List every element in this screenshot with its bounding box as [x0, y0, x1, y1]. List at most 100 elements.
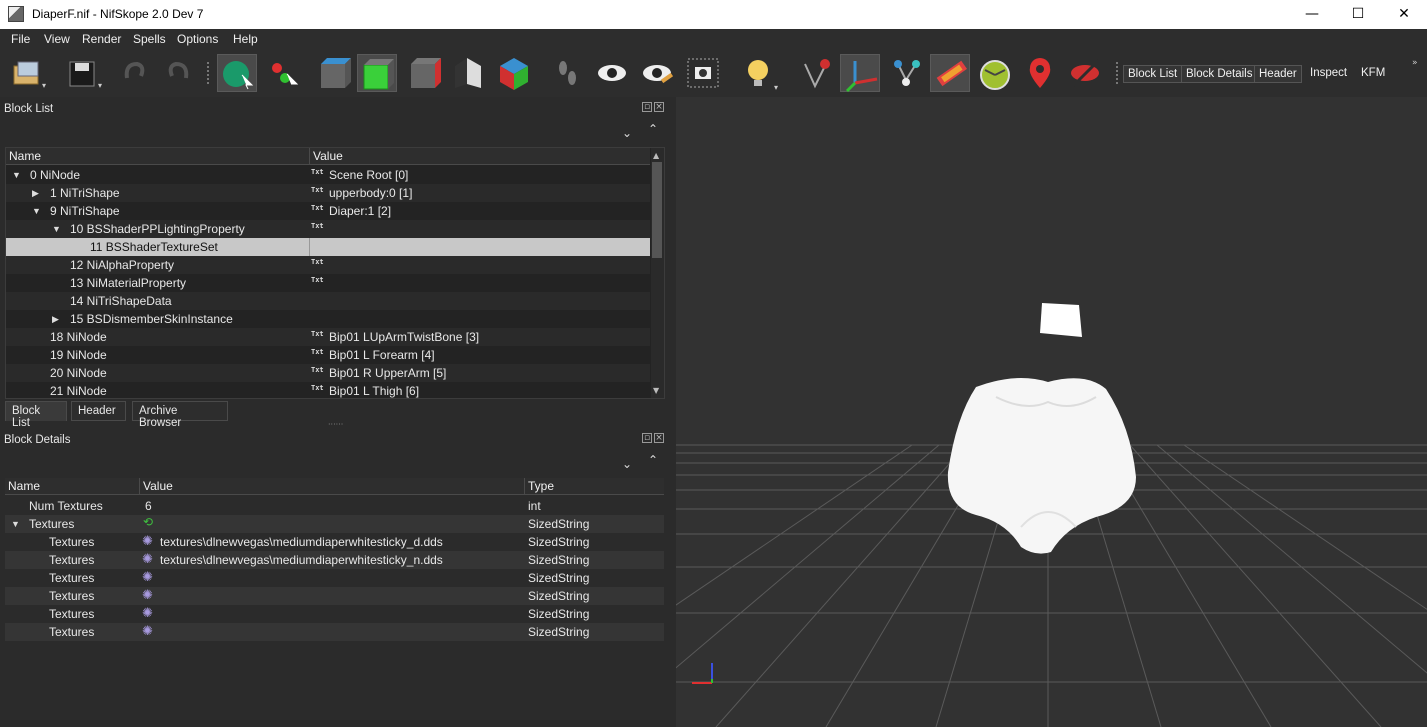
collapse-arrow-icon[interactable]: ▼: [11, 519, 20, 529]
collapse-all-icon[interactable]: ⌄: [622, 457, 632, 471]
toolbar-overflow-icon[interactable]: »: [1412, 58, 1418, 68]
detail-row[interactable]: Textures ✺ SizedString: [5, 587, 664, 605]
tree-row[interactable]: 21 NiNode Txt Bip01 L Thigh [6]: [6, 382, 650, 400]
close-panel-icon[interactable]: ×: [654, 433, 664, 443]
tree-row[interactable]: ▼ 9 NiTriShape Txt Diaper:1 [2]: [6, 202, 650, 220]
view-side-icon[interactable]: [405, 54, 445, 92]
detail-row[interactable]: ▼ Textures ⟲ SizedString: [5, 515, 664, 533]
undo-icon[interactable]: [115, 54, 155, 92]
collapse-arrow-icon[interactable]: ▼: [12, 170, 21, 180]
menu-view[interactable]: View: [44, 32, 70, 46]
detail-row[interactable]: Num Textures 6 int: [5, 497, 664, 515]
view-front-icon[interactable]: [357, 54, 397, 92]
string-gear-icon: ✺: [142, 551, 153, 566]
tab-archive-browser[interactable]: Archive Browser: [132, 401, 228, 429]
field-type: SizedString: [528, 517, 590, 531]
column-value[interactable]: Value: [143, 479, 173, 493]
view-walk-icon[interactable]: [494, 54, 534, 92]
tree-row[interactable]: ▼ 10 BSShaderPPLightingProperty Txt: [6, 220, 650, 238]
update-array-icon[interactable]: ⟲: [143, 515, 153, 529]
tab-header[interactable]: Header: [71, 401, 126, 421]
column-name[interactable]: Name: [8, 479, 40, 493]
column-value[interactable]: Value: [313, 149, 343, 163]
view-header-button[interactable]: Header: [1254, 65, 1302, 83]
tree-row[interactable]: ▶ 1 NiTriShape Txt upperbody:0 [1]: [6, 184, 650, 202]
show-furniture-icon[interactable]: [975, 54, 1015, 92]
tree-row[interactable]: 14 NiTriShapeData: [6, 292, 650, 310]
collapse-all-icon[interactable]: ⌄: [622, 126, 632, 140]
text-type-icon: Txt: [311, 366, 324, 374]
view-user-icon[interactable]: [449, 54, 489, 92]
collapse-arrow-icon[interactable]: ▼: [32, 206, 41, 216]
redo-icon[interactable]: [158, 54, 198, 92]
title-bar: DiaperF.nif - NifSkope 2.0 Dev 7 — ☐ ✕: [0, 0, 1427, 29]
lighting-icon[interactable]: ▾: [740, 54, 780, 92]
show-constraints-icon[interactable]: [886, 54, 926, 92]
tree-row[interactable]: 20 NiNode Txt Bip01 R UpperArm [5]: [6, 364, 650, 382]
show-markers-icon[interactable]: [1020, 54, 1060, 92]
select-object-icon[interactable]: [217, 54, 257, 92]
detail-row[interactable]: Textures ✺ SizedString: [5, 605, 664, 623]
tree-row[interactable]: ▼ 0 NiNode Txt Scene Root [0]: [6, 166, 650, 184]
maximize-button[interactable]: ☐: [1335, 0, 1381, 29]
show-havok-icon[interactable]: [930, 54, 970, 92]
footsteps-icon[interactable]: [548, 54, 588, 92]
minimize-button[interactable]: —: [1289, 0, 1335, 29]
open-file-icon[interactable]: ▾: [8, 54, 48, 92]
detail-row[interactable]: Textures ✺ textures\dlnewvegas\mediumdiape…: [5, 551, 664, 569]
view-kfm-button[interactable]: KFM: [1357, 65, 1389, 83]
detail-row[interactable]: Textures ✺ SizedString: [5, 623, 664, 641]
show-axes-icon[interactable]: [840, 54, 880, 93]
tree-row[interactable]: 11 BSShaderTextureSet: [6, 238, 650, 256]
block-name: 14 NiTriShapeData: [70, 294, 172, 308]
text-type-icon: Txt: [311, 168, 324, 176]
tab-block-list[interactable]: Block List: [5, 401, 67, 429]
block-list-title: Block List: [4, 103, 54, 115]
float-icon[interactable]: ▫: [642, 433, 652, 443]
expand-all-icon[interactable]: ⌃: [648, 122, 658, 136]
show-hidden-icon[interactable]: [592, 54, 632, 92]
hide-markers-icon[interactable]: [1065, 54, 1105, 92]
expand-arrow-icon[interactable]: ▶: [32, 188, 39, 199]
show-nodes-icon[interactable]: [797, 54, 837, 92]
render-viewport[interactable]: [676, 97, 1427, 727]
expand-all-icon[interactable]: ⌃: [648, 453, 658, 467]
tree-row[interactable]: ▶ 15 BSDismemberSkinInstance: [6, 310, 650, 328]
tree-row[interactable]: 18 NiNode Txt Bip01 LUpArmTwistBone [3]: [6, 328, 650, 346]
menu-spells[interactable]: Spells: [133, 32, 166, 46]
field-value[interactable]: textures\dlnewvegas\mediumdiaperwhitesti…: [160, 553, 443, 567]
select-vertex-icon[interactable]: [263, 54, 303, 92]
view-inspect-button[interactable]: Inspect: [1306, 65, 1351, 83]
block-value: upperbody:0 [1]: [329, 186, 413, 200]
tree-row[interactable]: 13 NiMaterialProperty Txt: [6, 274, 650, 292]
tree-row[interactable]: 12 NiAlphaProperty Txt: [6, 256, 650, 274]
column-name[interactable]: Name: [9, 149, 41, 163]
menu-help[interactable]: Help: [233, 32, 258, 46]
close-panel-icon[interactable]: ×: [654, 102, 664, 112]
expand-arrow-icon[interactable]: ▶: [52, 314, 59, 325]
field-value[interactable]: textures\dlnewvegas\mediumdiaperwhitesti…: [160, 535, 443, 549]
menu-options[interactable]: Options: [177, 32, 218, 46]
tree-row[interactable]: 19 NiNode Txt Bip01 L Forearm [4]: [6, 346, 650, 364]
view-top-icon[interactable]: [313, 54, 353, 92]
detail-row[interactable]: Textures ✺ SizedString: [5, 569, 664, 587]
show-edit-icon[interactable]: [637, 54, 677, 92]
save-icon[interactable]: ▾: [64, 54, 104, 92]
menu-file[interactable]: File: [11, 32, 30, 46]
menu-render[interactable]: Render: [82, 32, 121, 46]
collapse-arrow-icon[interactable]: ▼: [52, 224, 61, 234]
text-type-icon: Txt: [311, 258, 324, 266]
splitter-handle[interactable]: ······: [328, 420, 343, 429]
block-details-tree[interactable]: Name Value Type Num Textures 6 int ▼ Texture…: [5, 478, 665, 716]
column-type[interactable]: Type: [528, 479, 554, 493]
float-icon[interactable]: ▫: [642, 102, 652, 112]
block-list-tree[interactable]: Name Value ▼ 0 NiNode Txt Scene Root [0] ▶ 1 …: [5, 147, 665, 399]
screenshot-icon[interactable]: [683, 54, 723, 92]
view-block-list-button[interactable]: Block List: [1123, 65, 1183, 83]
close-button[interactable]: ✕: [1381, 0, 1427, 29]
detail-row[interactable]: Textures ✺ textures\dlnewvegas\mediumdiape…: [5, 533, 664, 551]
field-type: SizedString: [528, 625, 590, 639]
block-list-scrollbar[interactable]: ▲ ▼: [651, 148, 664, 398]
view-block-details-button[interactable]: Block Details: [1181, 65, 1258, 83]
field-value[interactable]: 6: [145, 499, 152, 513]
